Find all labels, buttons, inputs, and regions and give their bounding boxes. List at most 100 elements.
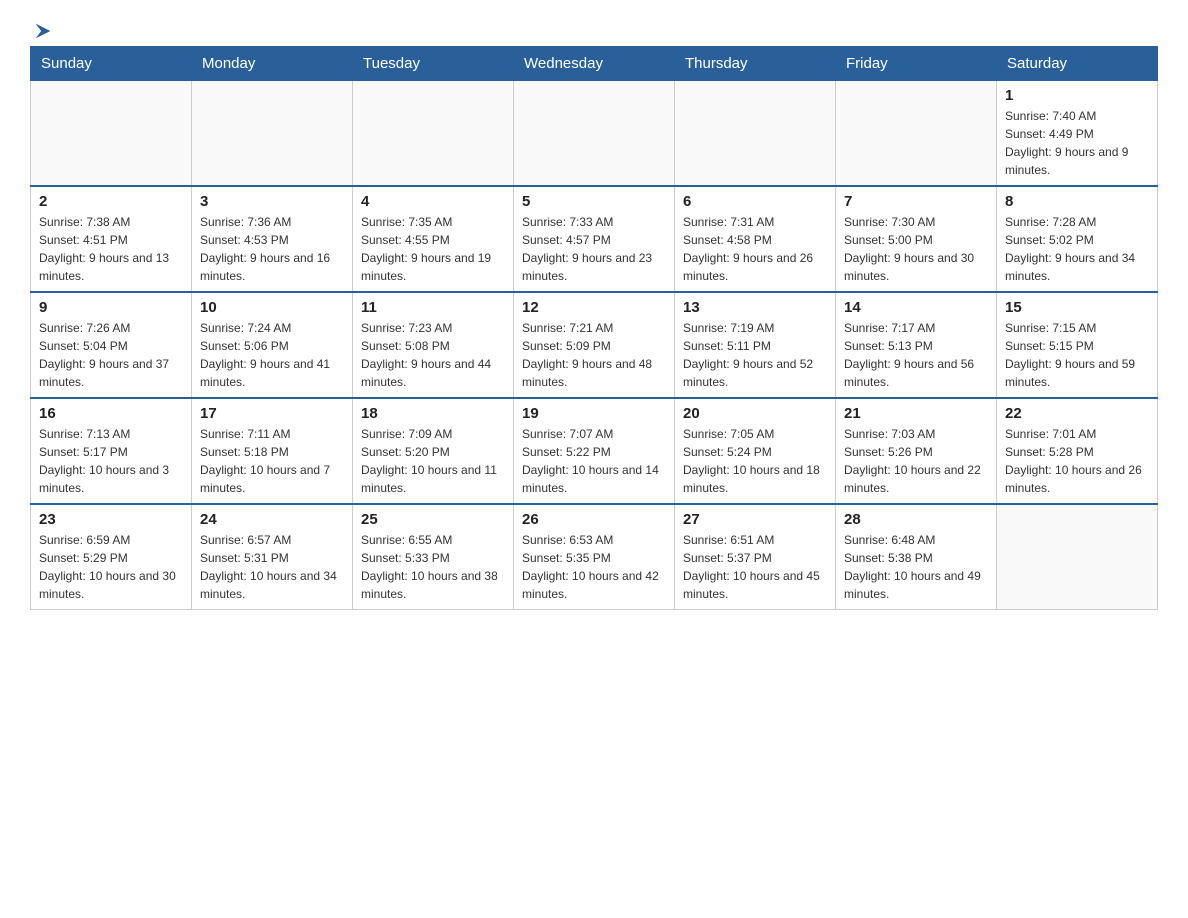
calendar-day-cell	[514, 81, 675, 187]
day-number: 6	[683, 193, 827, 210]
calendar-day-cell: 5 Sunrise: 7:33 AM Sunset: 4:57 PM Daylig…	[514, 186, 675, 292]
day-header-saturday: Saturday	[997, 47, 1158, 81]
day-header-monday: Monday	[192, 47, 353, 81]
calendar-week-row: 16 Sunrise: 7:13 AM Sunset: 5:17 PM Dayli…	[31, 398, 1158, 504]
calendar-day-cell: 28 Sunrise: 6:48 AM Sunset: 5:38 PM Dayli…	[836, 504, 997, 610]
calendar-day-cell: 3Sunrise: 7:36 AM Sunset: 4:53 PM Daylig…	[192, 186, 353, 292]
day-number: 11	[361, 299, 505, 316]
day-number: 27	[683, 511, 827, 528]
calendar-week-row: 9 Sunrise: 7:26 AM Sunset: 5:04 PM Daylig…	[31, 292, 1158, 398]
calendar-day-cell	[997, 504, 1158, 610]
day-info: Sunrise: 7:31 AM Sunset: 4:58 PM Dayligh…	[683, 213, 827, 285]
calendar-header-row: SundayMondayTuesdayWednesdayThursdayFrid…	[31, 47, 1158, 81]
calendar-day-cell	[353, 81, 514, 187]
day-number: 25	[361, 511, 505, 528]
calendar-day-cell: 19 Sunrise: 7:07 AM Sunset: 5:22 PM Dayli…	[514, 398, 675, 504]
day-number: 4	[361, 193, 505, 210]
day-info: Sunrise: 7:13 AM Sunset: 5:17 PM Dayligh…	[39, 425, 183, 497]
day-number: 3	[200, 193, 344, 210]
day-number: 28	[844, 511, 988, 528]
calendar-week-row: 1Sunrise: 7:40 AM Sunset: 4:49 PM Daylig…	[31, 81, 1158, 187]
calendar-day-cell	[31, 81, 192, 187]
day-info: Sunrise: 7:09 AM Sunset: 5:20 PM Dayligh…	[361, 425, 505, 497]
day-number: 18	[361, 405, 505, 422]
day-number: 15	[1005, 299, 1149, 316]
day-info: Sunrise: 6:59 AM Sunset: 5:29 PM Dayligh…	[39, 531, 183, 603]
day-header-friday: Friday	[836, 47, 997, 81]
calendar-day-cell: 1Sunrise: 7:40 AM Sunset: 4:49 PM Daylig…	[997, 81, 1158, 187]
calendar-day-cell	[836, 81, 997, 187]
calendar-day-cell: 24Sunrise: 6:57 AM Sunset: 5:31 PM Dayli…	[192, 504, 353, 610]
day-number: 17	[200, 405, 344, 422]
day-info: Sunrise: 7:38 AM Sunset: 4:51 PM Dayligh…	[39, 213, 183, 285]
calendar-day-cell: 25 Sunrise: 6:55 AM Sunset: 5:33 PM Dayli…	[353, 504, 514, 610]
day-number: 21	[844, 405, 988, 422]
day-number: 22	[1005, 405, 1149, 422]
day-number: 26	[522, 511, 666, 528]
calendar-day-cell: 4 Sunrise: 7:35 AM Sunset: 4:55 PM Daylig…	[353, 186, 514, 292]
day-header-thursday: Thursday	[675, 47, 836, 81]
day-info: Sunrise: 7:26 AM Sunset: 5:04 PM Dayligh…	[39, 319, 183, 391]
day-number: 14	[844, 299, 988, 316]
calendar-week-row: 2 Sunrise: 7:38 AM Sunset: 4:51 PM Daylig…	[31, 186, 1158, 292]
day-info: Sunrise: 7:19 AM Sunset: 5:11 PM Dayligh…	[683, 319, 827, 391]
calendar-day-cell: 27 Sunrise: 6:51 AM Sunset: 5:37 PM Dayli…	[675, 504, 836, 610]
calendar-day-cell: 16 Sunrise: 7:13 AM Sunset: 5:17 PM Dayli…	[31, 398, 192, 504]
day-info: Sunrise: 7:03 AM Sunset: 5:26 PM Dayligh…	[844, 425, 988, 497]
calendar-day-cell: 12 Sunrise: 7:21 AM Sunset: 5:09 PM Dayli…	[514, 292, 675, 398]
calendar-day-cell: 10 Sunrise: 7:24 AM Sunset: 5:06 PM Dayli…	[192, 292, 353, 398]
calendar-day-cell	[675, 81, 836, 187]
day-number: 8	[1005, 193, 1149, 210]
day-info: Sunrise: 7:30 AM Sunset: 5:00 PM Dayligh…	[844, 213, 988, 285]
calendar-day-cell: 17 Sunrise: 7:11 AM Sunset: 5:18 PM Dayli…	[192, 398, 353, 504]
logo	[30, 20, 54, 36]
calendar-day-cell: 13 Sunrise: 7:19 AM Sunset: 5:11 PM Dayli…	[675, 292, 836, 398]
calendar-day-cell: 9 Sunrise: 7:26 AM Sunset: 5:04 PM Daylig…	[31, 292, 192, 398]
calendar-day-cell: 20Sunrise: 7:05 AM Sunset: 5:24 PM Dayli…	[675, 398, 836, 504]
day-number: 19	[522, 405, 666, 422]
day-number: 5	[522, 193, 666, 210]
day-info: Sunrise: 7:15 AM Sunset: 5:15 PM Dayligh…	[1005, 319, 1149, 391]
calendar-day-cell: 23 Sunrise: 6:59 AM Sunset: 5:29 PM Dayli…	[31, 504, 192, 610]
day-info: Sunrise: 6:48 AM Sunset: 5:38 PM Dayligh…	[844, 531, 988, 603]
day-header-wednesday: Wednesday	[514, 47, 675, 81]
day-header-sunday: Sunday	[31, 47, 192, 81]
day-info: Sunrise: 6:55 AM Sunset: 5:33 PM Dayligh…	[361, 531, 505, 603]
day-number: 23	[39, 511, 183, 528]
day-info: Sunrise: 6:53 AM Sunset: 5:35 PM Dayligh…	[522, 531, 666, 603]
calendar-day-cell: 21 Sunrise: 7:03 AM Sunset: 5:26 PM Dayli…	[836, 398, 997, 504]
calendar-day-cell: 7 Sunrise: 7:30 AM Sunset: 5:00 PM Daylig…	[836, 186, 997, 292]
calendar-day-cell: 8Sunrise: 7:28 AM Sunset: 5:02 PM Daylig…	[997, 186, 1158, 292]
day-number: 24	[200, 511, 344, 528]
calendar-day-cell: 26 Sunrise: 6:53 AM Sunset: 5:35 PM Dayli…	[514, 504, 675, 610]
day-number: 13	[683, 299, 827, 316]
day-info: Sunrise: 7:21 AM Sunset: 5:09 PM Dayligh…	[522, 319, 666, 391]
calendar-day-cell: 18 Sunrise: 7:09 AM Sunset: 5:20 PM Dayli…	[353, 398, 514, 504]
day-number: 7	[844, 193, 988, 210]
day-info: Sunrise: 7:07 AM Sunset: 5:22 PM Dayligh…	[522, 425, 666, 497]
day-number: 9	[39, 299, 183, 316]
day-info: Sunrise: 7:01 AM Sunset: 5:28 PM Dayligh…	[1005, 425, 1149, 497]
logo-icon	[32, 20, 54, 42]
day-info: Sunrise: 7:23 AM Sunset: 5:08 PM Dayligh…	[361, 319, 505, 391]
calendar-day-cell: 15 Sunrise: 7:15 AM Sunset: 5:15 PM Dayli…	[997, 292, 1158, 398]
calendar-day-cell: 22 Sunrise: 7:01 AM Sunset: 5:28 PM Dayli…	[997, 398, 1158, 504]
day-header-tuesday: Tuesday	[353, 47, 514, 81]
day-number: 10	[200, 299, 344, 316]
day-info: Sunrise: 7:24 AM Sunset: 5:06 PM Dayligh…	[200, 319, 344, 391]
day-info: Sunrise: 7:11 AM Sunset: 5:18 PM Dayligh…	[200, 425, 344, 497]
day-info: Sunrise: 7:35 AM Sunset: 4:55 PM Dayligh…	[361, 213, 505, 285]
day-number: 16	[39, 405, 183, 422]
calendar-day-cell: 11 Sunrise: 7:23 AM Sunset: 5:08 PM Dayli…	[353, 292, 514, 398]
day-info: Sunrise: 7:33 AM Sunset: 4:57 PM Dayligh…	[522, 213, 666, 285]
calendar-day-cell: 14Sunrise: 7:17 AM Sunset: 5:13 PM Dayli…	[836, 292, 997, 398]
day-number: 2	[39, 193, 183, 210]
calendar-day-cell: 2 Sunrise: 7:38 AM Sunset: 4:51 PM Daylig…	[31, 186, 192, 292]
calendar-day-cell	[192, 81, 353, 187]
day-number: 12	[522, 299, 666, 316]
page-header	[30, 20, 1158, 36]
day-info: Sunrise: 7:05 AM Sunset: 5:24 PM Dayligh…	[683, 425, 827, 497]
calendar: SundayMondayTuesdayWednesdayThursdayFrid…	[30, 46, 1158, 610]
calendar-week-row: 23 Sunrise: 6:59 AM Sunset: 5:29 PM Dayli…	[31, 504, 1158, 610]
day-info: Sunrise: 6:51 AM Sunset: 5:37 PM Dayligh…	[683, 531, 827, 603]
